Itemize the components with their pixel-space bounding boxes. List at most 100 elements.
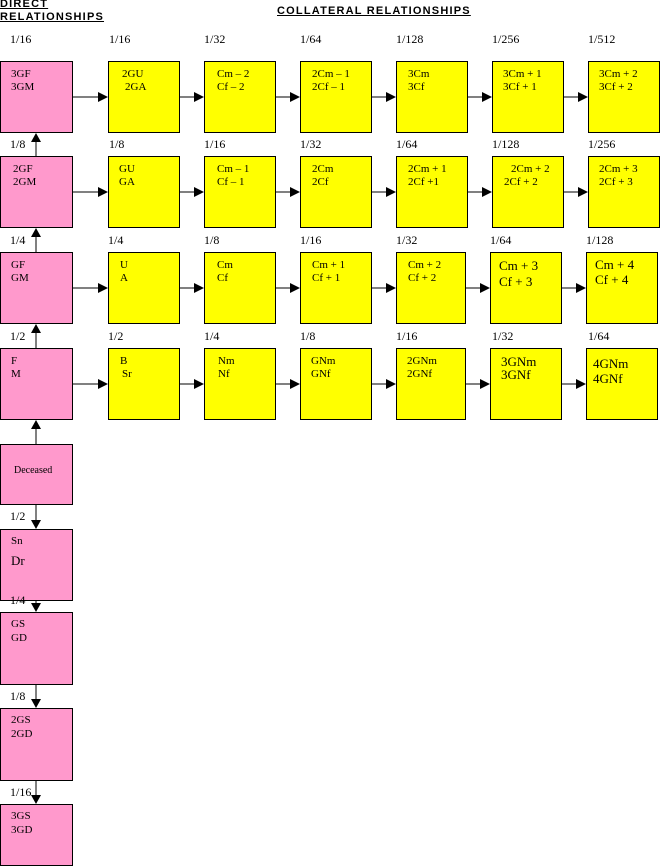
right-arrowhead xyxy=(386,379,396,389)
direct-fraction: 1/8 xyxy=(10,137,26,151)
collateral-label-primary: Cm + 3 xyxy=(499,258,539,273)
collateral-box-cm-1[interactable]: Cm – 1 Cf – 1 xyxy=(204,156,276,228)
right-arrowhead xyxy=(194,379,204,389)
direct-label-secondary: 3GM xyxy=(11,81,35,93)
collateral-box-3cm-1[interactable]: 3Cm + 1 3Cf + 1 xyxy=(492,61,564,133)
collateral-fraction: 1/4 xyxy=(204,329,220,343)
right-arrowhead xyxy=(482,187,492,197)
collateral-label-secondary: Cf – 2 xyxy=(217,81,245,93)
collateral-label-secondary: 2Cf + 3 xyxy=(599,176,633,188)
collateral-label-secondary: 3Cf + 1 xyxy=(503,81,537,93)
collateral-label-primary: 3Cm + 1 xyxy=(503,68,542,80)
right-arrowhead xyxy=(98,379,108,389)
collateral-label-secondary: 2GNf xyxy=(407,368,433,380)
right-arrowhead xyxy=(482,92,492,102)
direct-box-2gf[interactable]: 2GF 2GM xyxy=(0,156,73,228)
collateral-fraction: 1/256 xyxy=(588,137,616,151)
up-arrowhead xyxy=(31,324,41,333)
direct-label-secondary: GM xyxy=(11,272,29,284)
up-arrowhead xyxy=(31,133,41,142)
collateral-box-u[interactable]: UA xyxy=(108,252,180,324)
direct-box-gf[interactable]: GF GM xyxy=(0,252,73,324)
direct-label-primary: Sn xyxy=(11,535,23,547)
direct-fraction: 1/4 xyxy=(10,233,26,247)
collateral-box-2cm[interactable]: 2Cm 2Cf xyxy=(300,156,372,228)
direct-label-secondary: 2GM xyxy=(13,176,37,188)
collateral-fraction: 1/16 xyxy=(204,137,226,151)
collateral-box-cm-2[interactable]: Cm + 2 Cf + 2 xyxy=(396,252,466,324)
right-arrowhead xyxy=(576,283,586,293)
collateral-box-cm-2[interactable]: Cm – 2 Cf – 2 xyxy=(204,61,276,133)
direct-box-sn[interactable]: Sn Dr xyxy=(0,529,73,601)
collateral-label-primary: 4GNm xyxy=(593,356,629,371)
collateral-box-cm-4[interactable]: Cm + 4 Cf + 4 xyxy=(586,252,658,324)
collateral-label-secondary: GNf xyxy=(311,368,331,380)
collateral-label-primary: 2Cm – 1 xyxy=(312,68,350,80)
collateral-fraction: 1/128 xyxy=(586,233,614,247)
collateral-box-3cm-2[interactable]: 3Cm + 2 3Cf + 2 xyxy=(588,61,660,133)
direct-box-f[interactable]: FM xyxy=(0,348,73,420)
direct-box-deceased[interactable]: Deceased xyxy=(0,444,73,505)
collateral-box-2gu[interactable]: 2GU 2GA xyxy=(108,61,180,133)
collateral-label-primary: 2Cm + 1 xyxy=(408,163,447,175)
collateral-box-gu[interactable]: GU GA xyxy=(108,156,180,228)
collateral-box-cm[interactable]: Cm Cf xyxy=(204,252,276,324)
direct-label-primary: 3GS xyxy=(11,810,31,822)
collateral-box-2cm-3[interactable]: 2Cm + 3 2Cf + 3 xyxy=(588,156,660,228)
collateral-label-secondary: Cf + 4 xyxy=(595,272,629,287)
collateral-label-secondary: 4GNf xyxy=(593,371,623,386)
collateral-label-primary: Cm – 1 xyxy=(217,163,250,175)
right-arrowhead xyxy=(578,92,588,102)
down-arrowhead xyxy=(31,795,41,804)
collateral-label-primary: GU xyxy=(119,163,135,175)
right-arrowhead xyxy=(98,283,108,293)
collateral-box-2cm-2[interactable]: 2Cm + 2 2Cf + 2 xyxy=(492,156,564,228)
collateral-box-2gnm[interactable]: 2GNm 2GNf xyxy=(396,348,466,420)
direct-label-primary: GF xyxy=(11,259,26,271)
collateral-fraction: 1/2 xyxy=(108,329,124,343)
direct-fraction: 1/16 xyxy=(10,32,32,46)
collateral-label-secondary: 2Cf xyxy=(312,176,329,188)
collateral-label-secondary: Nf xyxy=(218,368,230,380)
direct-box-3gf[interactable]: 3GF 3GM xyxy=(0,61,73,133)
collateral-fraction: 1/16 xyxy=(109,32,131,46)
down-arrowhead xyxy=(31,699,41,708)
collateral-box-2cm-1[interactable]: 2Cm + 1 2Cf +1 xyxy=(396,156,468,228)
collateral-box-nm[interactable]: Nm Nf xyxy=(204,348,276,420)
direct-box-2gs[interactable]: 2GS 2GD xyxy=(0,708,73,781)
direct-box-gs[interactable]: GS GD xyxy=(0,612,73,685)
direct-box-3gs[interactable]: 3GS 3GD xyxy=(0,804,73,866)
collateral-box-gnm[interactable]: GNm GNf xyxy=(300,348,372,420)
direct-label-secondary: 2GD xyxy=(11,728,33,740)
collateral-fraction: 1/64 xyxy=(490,233,512,247)
collateral-fraction: 1/8 xyxy=(109,137,125,151)
collateral-label-primary: Cm xyxy=(217,259,233,271)
direct-label-secondary: Dr xyxy=(11,553,25,568)
collateral-label-secondary: Cf + 3 xyxy=(499,274,533,289)
collateral-label-secondary: Cf xyxy=(217,272,228,284)
right-arrowhead xyxy=(290,187,300,197)
down-arrowhead xyxy=(31,603,41,612)
collateral-box-3gnm[interactable]: 3GNm 3GNf xyxy=(490,348,562,420)
collateral-label-primary: GNm xyxy=(311,355,336,367)
right-arrowhead xyxy=(194,92,204,102)
collateral-box-cm-3[interactable]: Cm + 3 Cf + 3 xyxy=(490,252,562,324)
direct-label-primary: 3GF xyxy=(11,68,31,80)
collateral-box-3cm[interactable]: 3Cm 3Cf xyxy=(396,61,468,133)
collateral-fraction: 1/8 xyxy=(204,233,220,247)
direct-fraction: 1/16 xyxy=(10,785,32,799)
right-arrowhead xyxy=(578,187,588,197)
right-arrowhead xyxy=(98,92,108,102)
collateral-box-cm-1[interactable]: Cm + 1 Cf + 1 xyxy=(300,252,372,324)
collateral-box-2cm-1[interactable]: 2Cm – 1 2Cf – 1 xyxy=(300,61,372,133)
down-arrowhead xyxy=(31,520,41,529)
collateral-box-4gnm[interactable]: 4GNm 4GNf xyxy=(586,348,658,420)
right-arrowhead xyxy=(290,379,300,389)
collateral-fraction: 1/16 xyxy=(396,329,418,343)
collateral-label-primary: 2GNm xyxy=(407,355,437,367)
collateral-label-primary: Cm + 2 xyxy=(408,259,442,271)
collateral-label-secondary: 2Cf + 2 xyxy=(504,176,538,188)
direct-fraction: 1/8 xyxy=(10,689,26,703)
collateral-box-b[interactable]: B Sr xyxy=(108,348,180,420)
right-arrowhead xyxy=(290,92,300,102)
